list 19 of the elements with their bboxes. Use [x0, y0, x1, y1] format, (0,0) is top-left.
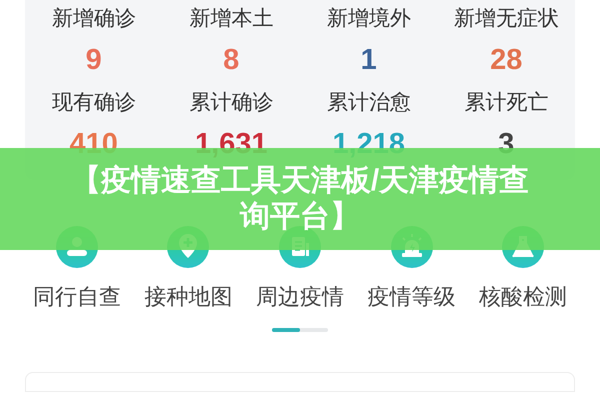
stat-value: 9 [86, 43, 102, 78]
feature-label[interactable]: 接种地图 [144, 282, 232, 312]
stat-value: 1 [360, 43, 377, 78]
banner-title: 【疫情速查工具天津板/天津疫情查询平台】 [70, 163, 530, 235]
stat-label: 现有确诊 [52, 90, 136, 116]
stat-value: 8 [223, 43, 240, 78]
stat-label: 新增境外 [326, 6, 411, 32]
feature-label[interactable]: 同行自查 [32, 282, 121, 312]
feature-label[interactable]: 疫情等级 [368, 282, 456, 312]
stat-label: 累计治愈 [326, 90, 411, 116]
stat-label: 新增确诊 [52, 6, 136, 32]
feature-label[interactable]: 核酸检测 [479, 282, 568, 312]
stat-value: 28 [490, 43, 522, 78]
feature-label[interactable]: 周边疫情 [256, 282, 344, 312]
stat-label: 累计死亡 [464, 90, 548, 116]
stat-label: 新增本土 [189, 6, 274, 32]
stat-label: 累计确诊 [189, 90, 274, 116]
stat-label: 新增无症状 [454, 6, 559, 32]
scroll-indicator [272, 328, 328, 332]
